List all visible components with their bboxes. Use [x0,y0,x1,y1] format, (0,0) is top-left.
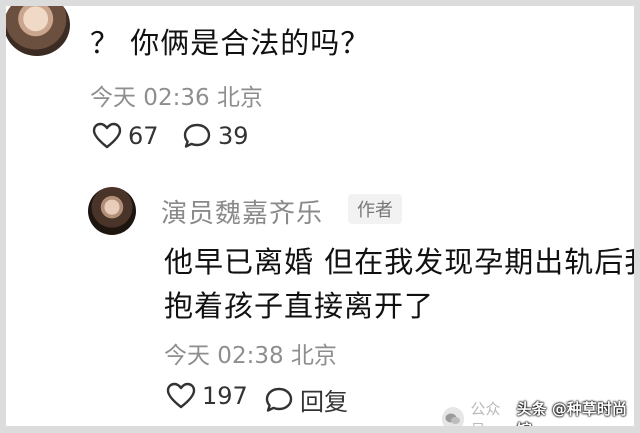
comment-thread: ？ 你俩是合法的吗？ 今天 02:36 北京 67 39 演员魏嘉齐乐 作者 他… [6,6,634,426]
reply-timestamp: 今天 02:38 北京 [164,343,337,369]
watermark-source-text: 头条 @种草时尚馆 [516,400,627,426]
commenter-avatar[interactable] [6,6,70,56]
comment-timestamp: 今天 02:36 北京 [90,85,263,111]
watermark-faint-text: 公众号 [470,400,501,426]
reply-like-button[interactable]: 197 [166,382,248,410]
comment-count: 39 [218,122,249,150]
reply-text-line-1: 他早已离婚 但在我发现孕期出轨后我 [164,245,634,279]
reply-like-count: 197 [202,382,248,410]
wechat-icon [442,407,465,426]
comment-bubble-icon [183,123,211,148]
reply-button[interactable]: 回复 [264,382,348,417]
author-name[interactable]: 演员魏嘉齐乐 [161,193,323,230]
comment-text: ？ 你俩是合法的吗？ [90,26,371,60]
comment-button[interactable]: 39 [182,122,249,150]
reply-label: 回复 [300,388,348,416]
author-avatar[interactable] [88,187,136,235]
like-button[interactable]: 67 [92,122,159,150]
reply-text-line-2: 抱着孩子直接离开了 [164,289,435,323]
comment-bubble-icon [265,387,293,412]
watermark: 公众号 头条 @种草时尚馆 [442,398,634,426]
author-badge: 作者 [348,194,402,224]
heart-icon [92,122,122,149]
heart-icon [166,382,196,409]
like-count: 67 [128,122,159,150]
